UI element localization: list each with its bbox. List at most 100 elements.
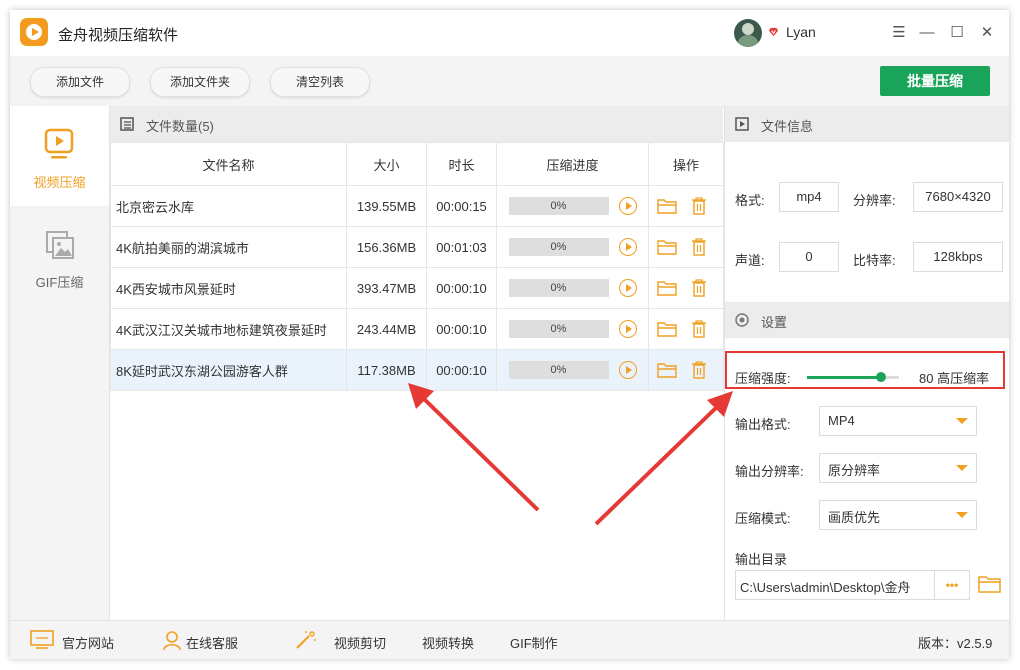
- format-label: 格式:: [735, 193, 765, 208]
- monitor-icon: [30, 630, 54, 649]
- menu-icon[interactable]: ☰: [886, 20, 912, 46]
- output-format-value: MP4: [828, 413, 855, 428]
- settings-header: 设置: [725, 302, 1009, 338]
- strength-value: 80 高压缩率: [919, 371, 990, 386]
- progress-bar: 0%: [508, 320, 609, 338]
- output-resolution-select[interactable]: 原分辨率: [819, 453, 977, 483]
- official-website-link[interactable]: 官方网站: [62, 633, 114, 652]
- list-icon: [120, 117, 134, 131]
- file-duration-cell: 00:00:15: [426, 185, 497, 227]
- bottom-bar: 官方网站 在线客服 视频剪切 视频转换 GIF制作 版本：v2.5.9: [10, 620, 1009, 659]
- browse-button[interactable]: •••: [934, 571, 969, 599]
- play-icon[interactable]: [618, 279, 637, 297]
- progress-cell: 0%: [496, 226, 649, 268]
- column-header-size: 大小: [346, 142, 427, 186]
- file-table: 文件名称 大小 时长 压缩进度 操作 北京密云水库 139.55MB 00:00:1…: [110, 142, 724, 391]
- play-icon[interactable]: [618, 197, 637, 215]
- trash-icon[interactable]: [691, 238, 707, 256]
- vip-badge-icon: [768, 27, 779, 37]
- output-format-select[interactable]: MP4: [819, 406, 977, 436]
- app-title: 金舟视频压缩软件: [58, 27, 179, 44]
- file-duration-cell: 00:00:10: [426, 267, 497, 309]
- app-logo-icon: [20, 18, 48, 46]
- nav-label-gif-compress: GIF压缩: [35, 275, 84, 290]
- nav-item-video-compress[interactable]: 视频压缩: [10, 106, 109, 206]
- sidebar: 视频压缩 GIF压缩: [10, 106, 110, 620]
- video-convert-link[interactable]: 视频转换: [422, 633, 474, 652]
- online-support-link[interactable]: 在线客服: [186, 633, 238, 652]
- dropdown-arrow-icon: [956, 465, 968, 471]
- settings-radio-icon: [735, 313, 749, 327]
- table-header-row: 文件名称 大小 时长 压缩进度 操作: [110, 142, 724, 186]
- play-icon[interactable]: [618, 238, 637, 256]
- add-file-button[interactable]: 添加文件: [30, 67, 130, 97]
- table-row[interactable]: 4K航拍美丽的湖滨城市 156.36MB 00:01:03 0%: [110, 226, 724, 268]
- title-bar: 金舟视频压缩软件 Lyan ☰ — ☐ ✕: [10, 10, 1009, 56]
- file-name-cell: 8K延时武汉东湖公园游客人群: [110, 349, 347, 391]
- channel-value: 0: [779, 242, 839, 272]
- column-header-name: 文件名称: [110, 142, 347, 186]
- actions-cell: [648, 267, 724, 309]
- progress-bar: 0%: [508, 238, 609, 256]
- folder-icon[interactable]: [657, 362, 677, 378]
- trash-icon[interactable]: [691, 279, 707, 297]
- gif-make-link[interactable]: GIF制作: [510, 633, 558, 652]
- add-folder-button[interactable]: 添加文件夹: [150, 67, 250, 97]
- resolution-value: 7680×4320: [913, 182, 1003, 212]
- file-list-panel: 文件数量(5) 文件名称 大小 时长 压缩进度 操作 北京密云水库 139.55M…: [110, 106, 724, 620]
- progress-bar: 0%: [508, 361, 609, 379]
- minimize-icon[interactable]: —: [914, 20, 940, 46]
- actions-cell: [648, 226, 724, 268]
- file-size-cell: 139.55MB: [346, 185, 427, 227]
- progress-bar: 0%: [508, 279, 609, 297]
- resolution-label: 分辨率:: [853, 193, 896, 208]
- folder-icon[interactable]: [657, 321, 677, 337]
- play-icon[interactable]: [618, 320, 637, 338]
- dropdown-arrow-icon: [956, 418, 968, 424]
- output-dir-field[interactable]: C:\Users\admin\Desktop\金舟 •••: [735, 570, 970, 600]
- table-row[interactable]: 4K武汉江汉关城市地标建筑夜景延时 243.44MB 00:00:10 0%: [110, 308, 724, 350]
- strength-slider-fill: [807, 376, 881, 379]
- maximize-icon[interactable]: ☐: [944, 20, 970, 46]
- output-format-label: 输出格式:: [735, 417, 791, 432]
- column-header-duration: 时长: [426, 142, 497, 186]
- file-name-cell: 4K航拍美丽的湖滨城市: [110, 226, 347, 268]
- right-panel: 文件信息 格式: mp4 分辨率: 7680×4320 声道: 0 比特率: 1…: [724, 106, 1009, 620]
- close-icon[interactable]: ✕: [974, 20, 1000, 46]
- actions-cell: [648, 349, 724, 391]
- play-icon[interactable]: [618, 361, 637, 379]
- video-cut-link[interactable]: 视频剪切: [334, 633, 386, 652]
- folder-icon[interactable]: [657, 280, 677, 296]
- film-icon: [735, 117, 749, 131]
- user-avatar[interactable]: [734, 19, 762, 47]
- table-row[interactable]: 北京密云水库 139.55MB 00:00:15 0%: [110, 185, 724, 227]
- strength-slider-handle[interactable]: [875, 372, 886, 382]
- file-info-header: 文件信息: [725, 106, 1009, 142]
- strength-slider[interactable]: [807, 372, 899, 382]
- clear-list-button[interactable]: 清空列表: [270, 67, 370, 97]
- settings-title: 设置: [761, 315, 788, 330]
- trash-icon[interactable]: [691, 361, 707, 379]
- trash-icon[interactable]: [691, 320, 707, 338]
- dropdown-arrow-icon: [956, 512, 968, 518]
- trash-icon[interactable]: [691, 197, 707, 215]
- table-row[interactable]: 8K延时武汉东湖公园游客人群 117.38MB 00:00:10 0%: [110, 349, 724, 391]
- folder-icon[interactable]: [657, 198, 677, 214]
- version-label: 版本：v2.5.9: [918, 636, 993, 651]
- progress-cell: 0%: [496, 185, 649, 227]
- progress-cell: 0%: [496, 349, 649, 391]
- table-row[interactable]: 4K西安城市风景延时 393.47MB 00:00:10 0%: [110, 267, 724, 309]
- folder-icon[interactable]: [657, 239, 677, 255]
- customer-service-icon: [163, 631, 181, 651]
- username[interactable]: Lyan: [786, 24, 816, 40]
- bitrate-label: 比特率:: [853, 253, 896, 268]
- file-duration-cell: 00:01:03: [426, 226, 497, 268]
- toolbar: 添加文件 添加文件夹 清空列表 批量压缩: [10, 56, 1009, 107]
- nav-item-gif-compress[interactable]: GIF压缩: [10, 206, 109, 306]
- column-header-actions: 操作: [648, 142, 724, 186]
- compress-mode-select[interactable]: 画质优先: [819, 500, 977, 530]
- open-folder-icon[interactable]: [978, 574, 1002, 594]
- batch-compress-button[interactable]: 批量压缩: [880, 66, 990, 96]
- compress-mode-label: 压缩模式:: [735, 511, 791, 526]
- file-size-cell: 156.36MB: [346, 226, 427, 268]
